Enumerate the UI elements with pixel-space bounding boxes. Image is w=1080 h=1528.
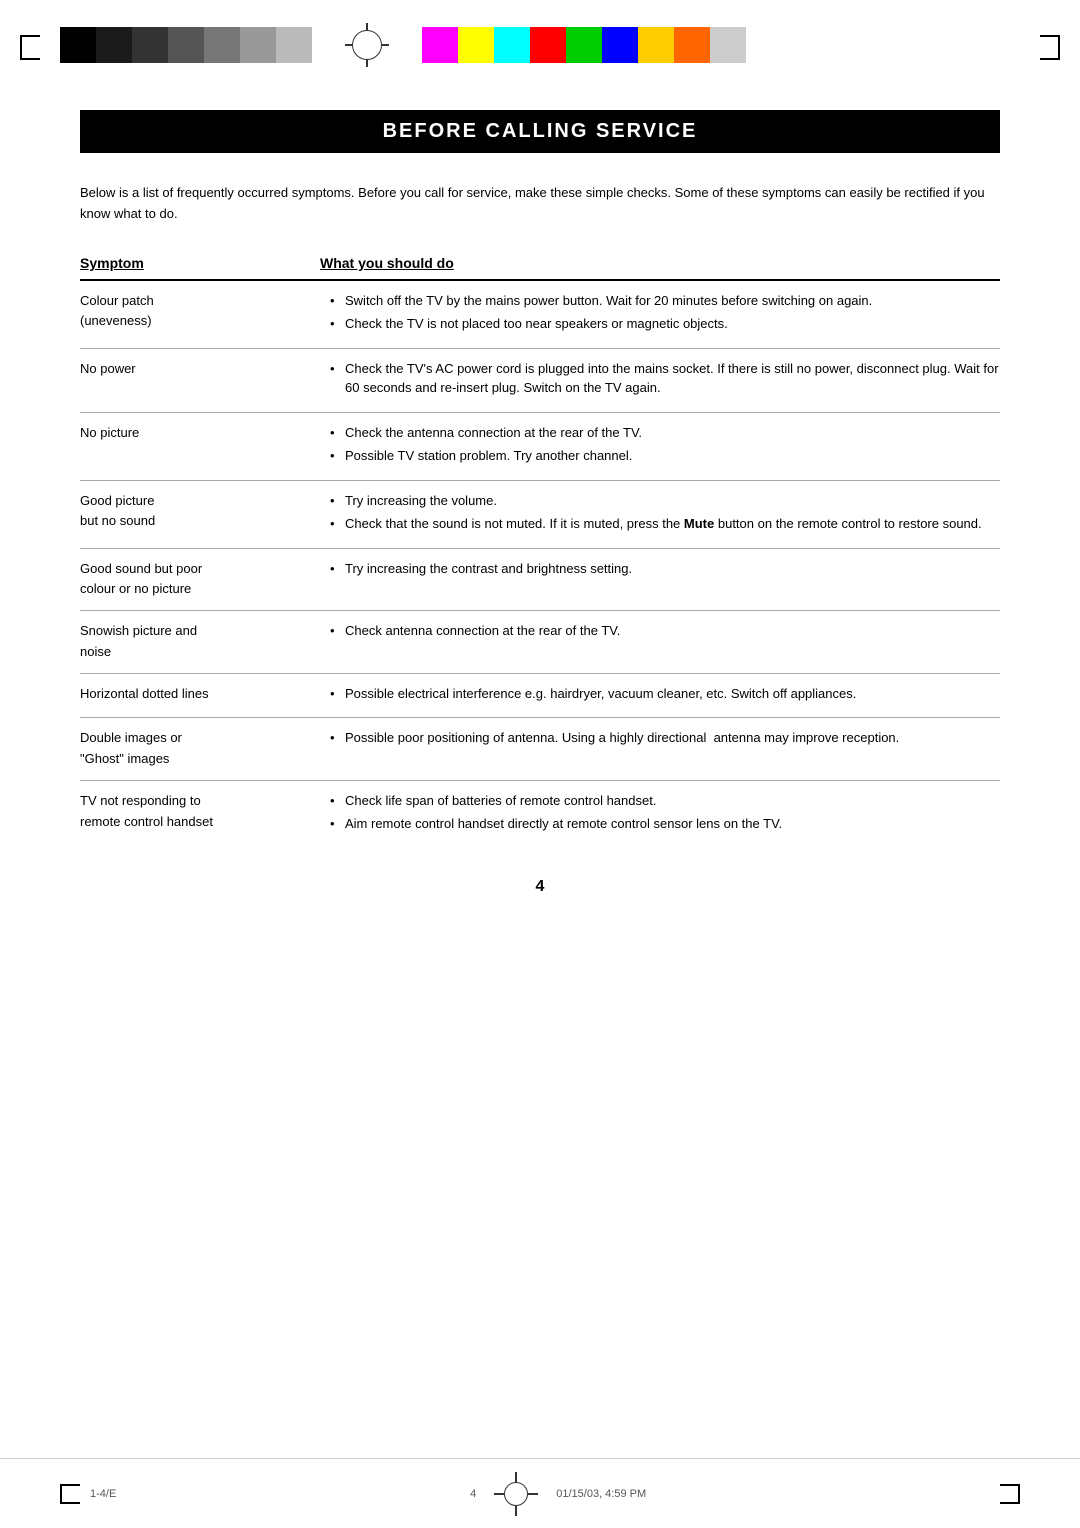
footer-right: 01/15/03, 4:59 PM — [556, 1488, 646, 1500]
list-item: Check that the sound is not muted. If it… — [330, 514, 1000, 534]
table-row: Horizontal dotted lines Possible electri… — [80, 673, 1000, 718]
action-cell: Check antenna connection at the rear of … — [320, 611, 1000, 674]
table-row: Good picturebut no sound Try increasing … — [80, 480, 1000, 548]
bottom-reg-left — [60, 1484, 80, 1504]
list-item: Check the TV's AC power cord is plugged … — [330, 359, 1000, 398]
page: BEFORE CALLING SERVICE Below is a list o… — [0, 0, 1080, 1528]
list-item: Possible TV station problem. Try another… — [330, 446, 1000, 466]
table-row: TV not responding toremote control hands… — [80, 780, 1000, 848]
bottom-reg-right — [1000, 1484, 1020, 1504]
symptom-cell: No power — [80, 348, 320, 412]
symptom-cell: Colour patch(uneveness) — [80, 280, 320, 349]
page-number: 4 — [80, 878, 1000, 896]
list-item: Possible electrical interference e.g. ha… — [330, 684, 1000, 704]
top-crosshair — [342, 20, 392, 70]
list-item: Try increasing the contrast and brightne… — [330, 559, 1000, 579]
what-to-do-column-header: What you should do — [320, 255, 1000, 280]
list-item: Possible poor positioning of antenna. Us… — [330, 728, 1000, 748]
list-item: Try increasing the volume. — [330, 491, 1000, 511]
table-row: Colour patch(uneveness) Switch off the T… — [80, 280, 1000, 349]
table-row: Double images or"Ghost" images Possible … — [80, 718, 1000, 781]
action-cell: Try increasing the contrast and brightne… — [320, 548, 1000, 611]
symptom-cell: Double images or"Ghost" images — [80, 718, 320, 781]
reg-mark-left — [20, 35, 40, 60]
symptom-cell: Snowish picture andnoise — [80, 611, 320, 674]
reg-mark-right — [1040, 35, 1060, 60]
bottom-bar: 1-4/E 4 01/15/03, 4:59 PM — [0, 1458, 1080, 1528]
symptom-cell: TV not responding toremote control hands… — [80, 780, 320, 848]
symptom-column-header: Symptom — [80, 255, 320, 280]
symptom-cell: No picture — [80, 412, 320, 480]
action-cell: Possible electrical interference e.g. ha… — [320, 673, 1000, 718]
symptom-cell: Good sound but poorcolour or no picture — [80, 548, 320, 611]
symptom-table: Symptom What you should do Colour patch(… — [80, 255, 1000, 848]
list-item: Check life span of batteries of remote c… — [330, 791, 1000, 811]
symptom-cell: Good picturebut no sound — [80, 480, 320, 548]
action-cell: Possible poor positioning of antenna. Us… — [320, 718, 1000, 781]
list-item: Check the antenna connection at the rear… — [330, 423, 1000, 443]
color-strip-left — [60, 27, 312, 63]
main-content: BEFORE CALLING SERVICE Below is a list o… — [0, 90, 1080, 986]
action-cell: Check life span of batteries of remote c… — [320, 780, 1000, 848]
footer-left: 1-4/E — [90, 1488, 116, 1500]
list-item: Check antenna connection at the rear of … — [330, 621, 1000, 641]
action-cell: Check the antenna connection at the rear… — [320, 412, 1000, 480]
bottom-crosshair — [496, 1474, 536, 1514]
list-item: Aim remote control handset directly at r… — [330, 814, 1000, 834]
action-cell: Check the TV's AC power cord is plugged … — [320, 348, 1000, 412]
mute-bold: Mute — [684, 516, 714, 531]
table-row: Snowish picture andnoise Check antenna c… — [80, 611, 1000, 674]
top-bar — [0, 0, 1080, 90]
symptom-cell: Horizontal dotted lines — [80, 673, 320, 718]
action-cell: Try increasing the volume. Check that th… — [320, 480, 1000, 548]
list-item: Switch off the TV by the mains power but… — [330, 291, 1000, 311]
table-row: No picture Check the antenna connection … — [80, 412, 1000, 480]
table-row: Good sound but poorcolour or no picture … — [80, 548, 1000, 611]
color-strip-right — [422, 27, 746, 63]
page-title: BEFORE CALLING SERVICE — [80, 110, 1000, 153]
intro-text: Below is a list of frequently occurred s… — [80, 183, 1000, 225]
list-item: Check the TV is not placed too near spea… — [330, 314, 1000, 334]
table-row: No power Check the TV's AC power cord is… — [80, 348, 1000, 412]
footer-center: 4 — [470, 1488, 476, 1500]
action-cell: Switch off the TV by the mains power but… — [320, 280, 1000, 349]
